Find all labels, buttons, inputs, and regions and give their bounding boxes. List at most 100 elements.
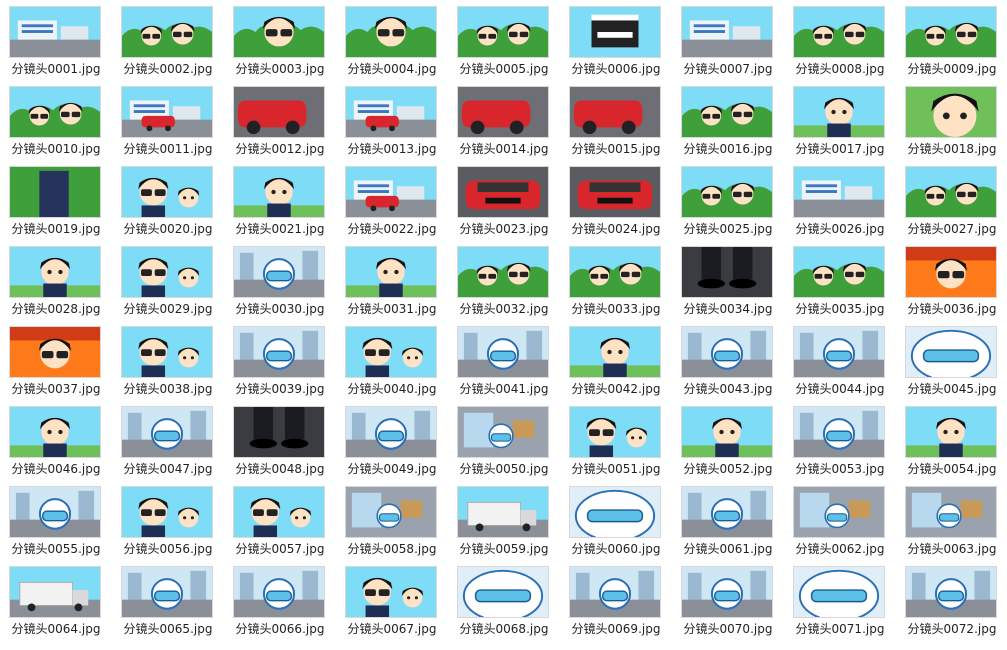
file-thumbnail[interactable] bbox=[233, 566, 325, 618]
file-thumbnail[interactable] bbox=[681, 486, 773, 538]
file-item[interactable]: 分镜头0046.jpg bbox=[0, 400, 112, 480]
file-item[interactable]: 分镜头0039.jpg bbox=[224, 320, 336, 400]
file-thumbnail[interactable] bbox=[233, 166, 325, 218]
file-item[interactable]: 分镜头0054.jpg bbox=[896, 400, 1007, 480]
file-name[interactable]: 分镜头0044.jpg bbox=[784, 380, 896, 397]
file-item[interactable]: 分镜头0026.jpg bbox=[784, 160, 896, 240]
file-name[interactable]: 分镜头0030.jpg bbox=[224, 300, 336, 317]
file-name[interactable]: 分镜头0059.jpg bbox=[448, 540, 560, 557]
file-item[interactable]: 分镜头0033.jpg bbox=[560, 240, 672, 320]
file-name[interactable]: 分镜头0028.jpg bbox=[0, 300, 112, 317]
file-item[interactable]: 分镜头0052.jpg bbox=[672, 400, 784, 480]
file-name[interactable]: 分镜头0010.jpg bbox=[0, 140, 112, 157]
file-name[interactable]: 分镜头0032.jpg bbox=[448, 300, 560, 317]
file-thumbnail[interactable] bbox=[345, 486, 437, 538]
file-name[interactable]: 分镜头0061.jpg bbox=[672, 540, 784, 557]
file-name[interactable]: 分镜头0025.jpg bbox=[672, 220, 784, 237]
file-name[interactable]: 分镜头0026.jpg bbox=[784, 220, 896, 237]
file-name[interactable]: 分镜头0072.jpg bbox=[896, 620, 1007, 637]
file-name[interactable]: 分镜头0065.jpg bbox=[112, 620, 224, 637]
file-thumbnail[interactable] bbox=[569, 166, 661, 218]
file-name[interactable]: 分镜头0033.jpg bbox=[560, 300, 672, 317]
file-name[interactable]: 分镜头0034.jpg bbox=[672, 300, 784, 317]
file-thumbnail[interactable] bbox=[121, 6, 213, 58]
file-thumbnail[interactable] bbox=[9, 86, 101, 138]
file-item[interactable]: 分镜头0014.jpg bbox=[448, 80, 560, 160]
file-name[interactable]: 分镜头0021.jpg bbox=[224, 220, 336, 237]
file-name[interactable]: 分镜头0053.jpg bbox=[784, 460, 896, 477]
file-item[interactable]: 分镜头0071.jpg bbox=[784, 560, 896, 640]
file-item[interactable]: 分镜头0034.jpg bbox=[672, 240, 784, 320]
file-name[interactable]: 分镜头0067.jpg bbox=[336, 620, 448, 637]
file-thumbnail[interactable] bbox=[457, 246, 549, 298]
file-item[interactable]: 分镜头0021.jpg bbox=[224, 160, 336, 240]
file-name[interactable]: 分镜头0038.jpg bbox=[112, 380, 224, 397]
file-thumbnail[interactable] bbox=[345, 86, 437, 138]
file-thumbnail[interactable] bbox=[905, 246, 997, 298]
file-item[interactable]: 分镜头0017.jpg bbox=[784, 80, 896, 160]
file-item[interactable]: 分镜头0002.jpg bbox=[112, 0, 224, 80]
file-thumbnail[interactable] bbox=[457, 486, 549, 538]
file-thumbnail[interactable] bbox=[681, 566, 773, 618]
file-name[interactable]: 分镜头0050.jpg bbox=[448, 460, 560, 477]
file-item[interactable]: 分镜头0005.jpg bbox=[448, 0, 560, 80]
file-name[interactable]: 分镜头0063.jpg bbox=[896, 540, 1007, 557]
file-name[interactable]: 分镜头0015.jpg bbox=[560, 140, 672, 157]
file-item[interactable]: 分镜头0059.jpg bbox=[448, 480, 560, 560]
file-item[interactable]: 分镜头0070.jpg bbox=[672, 560, 784, 640]
file-thumbnail[interactable] bbox=[121, 166, 213, 218]
file-thumbnail[interactable] bbox=[345, 326, 437, 378]
file-item[interactable]: 分镜头0062.jpg bbox=[784, 480, 896, 560]
file-name[interactable]: 分镜头0029.jpg bbox=[112, 300, 224, 317]
file-thumbnail[interactable] bbox=[793, 6, 885, 58]
file-name[interactable]: 分镜头0019.jpg bbox=[0, 220, 112, 237]
file-item[interactable]: 分镜头0004.jpg bbox=[336, 0, 448, 80]
file-name[interactable]: 分镜头0011.jpg bbox=[112, 140, 224, 157]
file-thumbnail[interactable] bbox=[121, 406, 213, 458]
file-item[interactable]: 分镜头0045.jpg bbox=[896, 320, 1007, 400]
file-item[interactable]: 分镜头0072.jpg bbox=[896, 560, 1007, 640]
file-name[interactable]: 分镜头0039.jpg bbox=[224, 380, 336, 397]
file-thumbnail[interactable] bbox=[681, 246, 773, 298]
file-item[interactable]: 分镜头0032.jpg bbox=[448, 240, 560, 320]
file-name[interactable]: 分镜头0027.jpg bbox=[896, 220, 1007, 237]
file-name[interactable]: 分镜头0047.jpg bbox=[112, 460, 224, 477]
file-item[interactable]: 分镜头0057.jpg bbox=[224, 480, 336, 560]
file-item[interactable]: 分镜头0047.jpg bbox=[112, 400, 224, 480]
file-name[interactable]: 分镜头0023.jpg bbox=[448, 220, 560, 237]
file-item[interactable]: 分镜头0038.jpg bbox=[112, 320, 224, 400]
file-thumbnail[interactable] bbox=[793, 166, 885, 218]
file-thumbnail[interactable] bbox=[457, 166, 549, 218]
file-name[interactable]: 分镜头0008.jpg bbox=[784, 60, 896, 77]
file-name[interactable]: 分镜头0043.jpg bbox=[672, 380, 784, 397]
file-thumbnail[interactable] bbox=[457, 326, 549, 378]
file-name[interactable]: 分镜头0054.jpg bbox=[896, 460, 1007, 477]
file-thumbnail[interactable] bbox=[233, 6, 325, 58]
file-thumbnail[interactable] bbox=[9, 566, 101, 618]
file-thumbnail[interactable] bbox=[457, 6, 549, 58]
file-thumbnail[interactable] bbox=[121, 326, 213, 378]
file-name[interactable]: 分镜头0014.jpg bbox=[448, 140, 560, 157]
file-thumbnail[interactable] bbox=[233, 246, 325, 298]
file-thumbnail[interactable] bbox=[793, 566, 885, 618]
file-item[interactable]: 分镜头0049.jpg bbox=[336, 400, 448, 480]
file-item[interactable]: 分镜头0067.jpg bbox=[336, 560, 448, 640]
file-item[interactable]: 分镜头0064.jpg bbox=[0, 560, 112, 640]
file-name[interactable]: 分镜头0004.jpg bbox=[336, 60, 448, 77]
file-item[interactable]: 分镜头0066.jpg bbox=[224, 560, 336, 640]
file-name[interactable]: 分镜头0007.jpg bbox=[672, 60, 784, 77]
file-thumbnail[interactable] bbox=[569, 86, 661, 138]
file-thumbnail[interactable] bbox=[569, 246, 661, 298]
file-thumbnail[interactable] bbox=[569, 566, 661, 618]
file-name[interactable]: 分镜头0070.jpg bbox=[672, 620, 784, 637]
file-thumbnail[interactable] bbox=[793, 486, 885, 538]
file-item[interactable]: 分镜头0048.jpg bbox=[224, 400, 336, 480]
file-item[interactable]: 分镜头0011.jpg bbox=[112, 80, 224, 160]
file-thumbnail[interactable] bbox=[905, 486, 997, 538]
file-item[interactable]: 分镜头0040.jpg bbox=[336, 320, 448, 400]
file-thumbnail[interactable] bbox=[457, 86, 549, 138]
file-thumbnail[interactable] bbox=[905, 406, 997, 458]
file-name[interactable]: 分镜头0005.jpg bbox=[448, 60, 560, 77]
file-item[interactable]: 分镜头0065.jpg bbox=[112, 560, 224, 640]
file-item[interactable]: 分镜头0053.jpg bbox=[784, 400, 896, 480]
